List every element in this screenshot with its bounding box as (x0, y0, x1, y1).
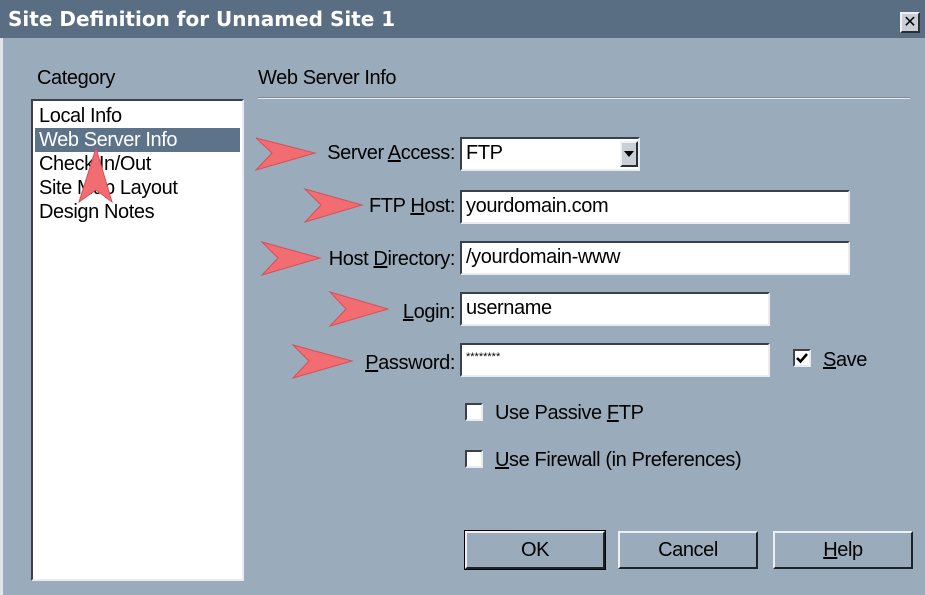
panel-heading: Web Server Info (258, 67, 397, 89)
window-title: Site Definition for Unnamed Site 1 (8, 7, 396, 31)
callout-arrow-login (328, 291, 390, 327)
firewall-label[interactable]: Use Firewall (in Preferences) (495, 449, 742, 472)
category-item-web-server-info[interactable]: Web Server Info (35, 128, 240, 152)
callout-arrow-ftp-host (303, 188, 364, 224)
cancel-button[interactable]: Cancel (618, 531, 758, 569)
server-access-select[interactable]: FTP (460, 137, 640, 171)
login-input[interactable]: username (460, 292, 770, 326)
login-label: Login: (402, 301, 456, 323)
category-item-check-in-out[interactable]: Check In/Out (39, 152, 151, 176)
category-heading: Category (37, 67, 115, 89)
close-button[interactable]: ✕ (900, 12, 920, 33)
ok-button[interactable]: OK (464, 530, 606, 570)
password-label: Password: (365, 352, 455, 374)
server-access-label: Server Access: (327, 142, 455, 164)
title-bar: Site Definition for Unnamed Site 1 ✕ (0, 0, 925, 38)
category-item-design-notes[interactable]: Design Notes (39, 200, 155, 224)
callout-arrow-host-directory (260, 241, 322, 276)
category-list[interactable]: Local Info Web Server Info Check In/Out … (31, 99, 244, 581)
ftp-host-label: FTP Host: (368, 195, 455, 217)
firewall-checkbox[interactable] (465, 450, 483, 468)
passive-ftp-checkbox[interactable] (465, 403, 483, 421)
callout-arrow-server-access (254, 137, 317, 171)
server-access-value: FTP (466, 142, 503, 164)
dialog-edge (0, 38, 3, 595)
host-directory-label: Host Directory: (328, 248, 456, 270)
chevron-down-icon[interactable] (620, 141, 638, 167)
save-checkbox[interactable] (793, 349, 811, 367)
save-label[interactable]: Save (823, 349, 867, 372)
ftp-host-input[interactable]: yourdomain.com (460, 190, 850, 224)
passive-ftp-label[interactable]: Use Passive FTP (495, 402, 644, 425)
category-item-local-info[interactable]: Local Info (39, 104, 122, 128)
category-item-site-map-layout[interactable]: Site Map Layout (39, 176, 178, 200)
checkmark-icon (796, 353, 808, 364)
password-input[interactable]: ******** (460, 343, 770, 377)
close-icon: ✕ (903, 12, 917, 31)
host-directory-input[interactable]: /yourdomain-www (460, 241, 850, 275)
callout-arrow-password (291, 344, 354, 379)
help-button[interactable]: Help (773, 531, 913, 569)
